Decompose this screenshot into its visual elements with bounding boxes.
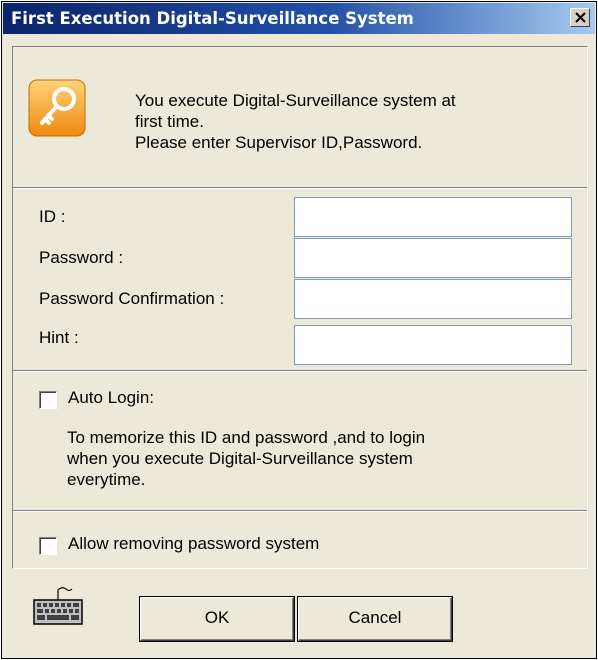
instruction-message: You execute Digital-Surveillance system …	[135, 90, 456, 153]
divider	[13, 510, 587, 512]
divider	[13, 187, 587, 189]
auto-login-checkbox[interactable]	[39, 391, 57, 409]
close-button[interactable]	[570, 8, 590, 27]
id-field[interactable]	[294, 197, 572, 237]
auto-login-description: To memorize this ID and password ,and to…	[67, 427, 567, 490]
password-label: Password :	[39, 248, 124, 267]
hint-label: Hint :	[39, 328, 79, 347]
message-line: You execute Digital-Surveillance system …	[135, 91, 456, 110]
dialog-window: First Execution Digital-Surveillance Sys…	[1, 1, 597, 659]
hint-field[interactable]	[294, 325, 572, 365]
allow-removing-password-checkbox[interactable]	[39, 537, 57, 555]
password-field[interactable]	[294, 238, 572, 278]
window-title: First Execution Digital-Surveillance Sys…	[11, 9, 414, 28]
keyboard-icon[interactable]	[32, 586, 84, 626]
id-label: ID :	[39, 207, 66, 226]
auto-login-label[interactable]: Auto Login:	[68, 388, 154, 408]
close-icon	[575, 12, 586, 23]
divider	[13, 370, 587, 372]
message-line: first time.	[135, 112, 204, 131]
description-line: To memorize this ID and password ,and to…	[67, 428, 426, 447]
key-icon	[28, 79, 86, 137]
description-line: everytime.	[67, 470, 146, 489]
password-confirmation-field[interactable]	[294, 279, 572, 319]
password-confirmation-label: Password Confirmation :	[39, 289, 225, 308]
ok-button[interactable]: OK	[140, 597, 294, 641]
allow-removing-password-label[interactable]: Allow removing password system	[68, 534, 319, 554]
cancel-button[interactable]: Cancel	[298, 597, 452, 641]
message-line: Please enter Supervisor ID,Password.	[135, 133, 423, 152]
title-bar[interactable]: First Execution Digital-Surveillance Sys…	[3, 3, 595, 34]
description-line: when you execute Digital-Surveillance sy…	[67, 449, 413, 468]
